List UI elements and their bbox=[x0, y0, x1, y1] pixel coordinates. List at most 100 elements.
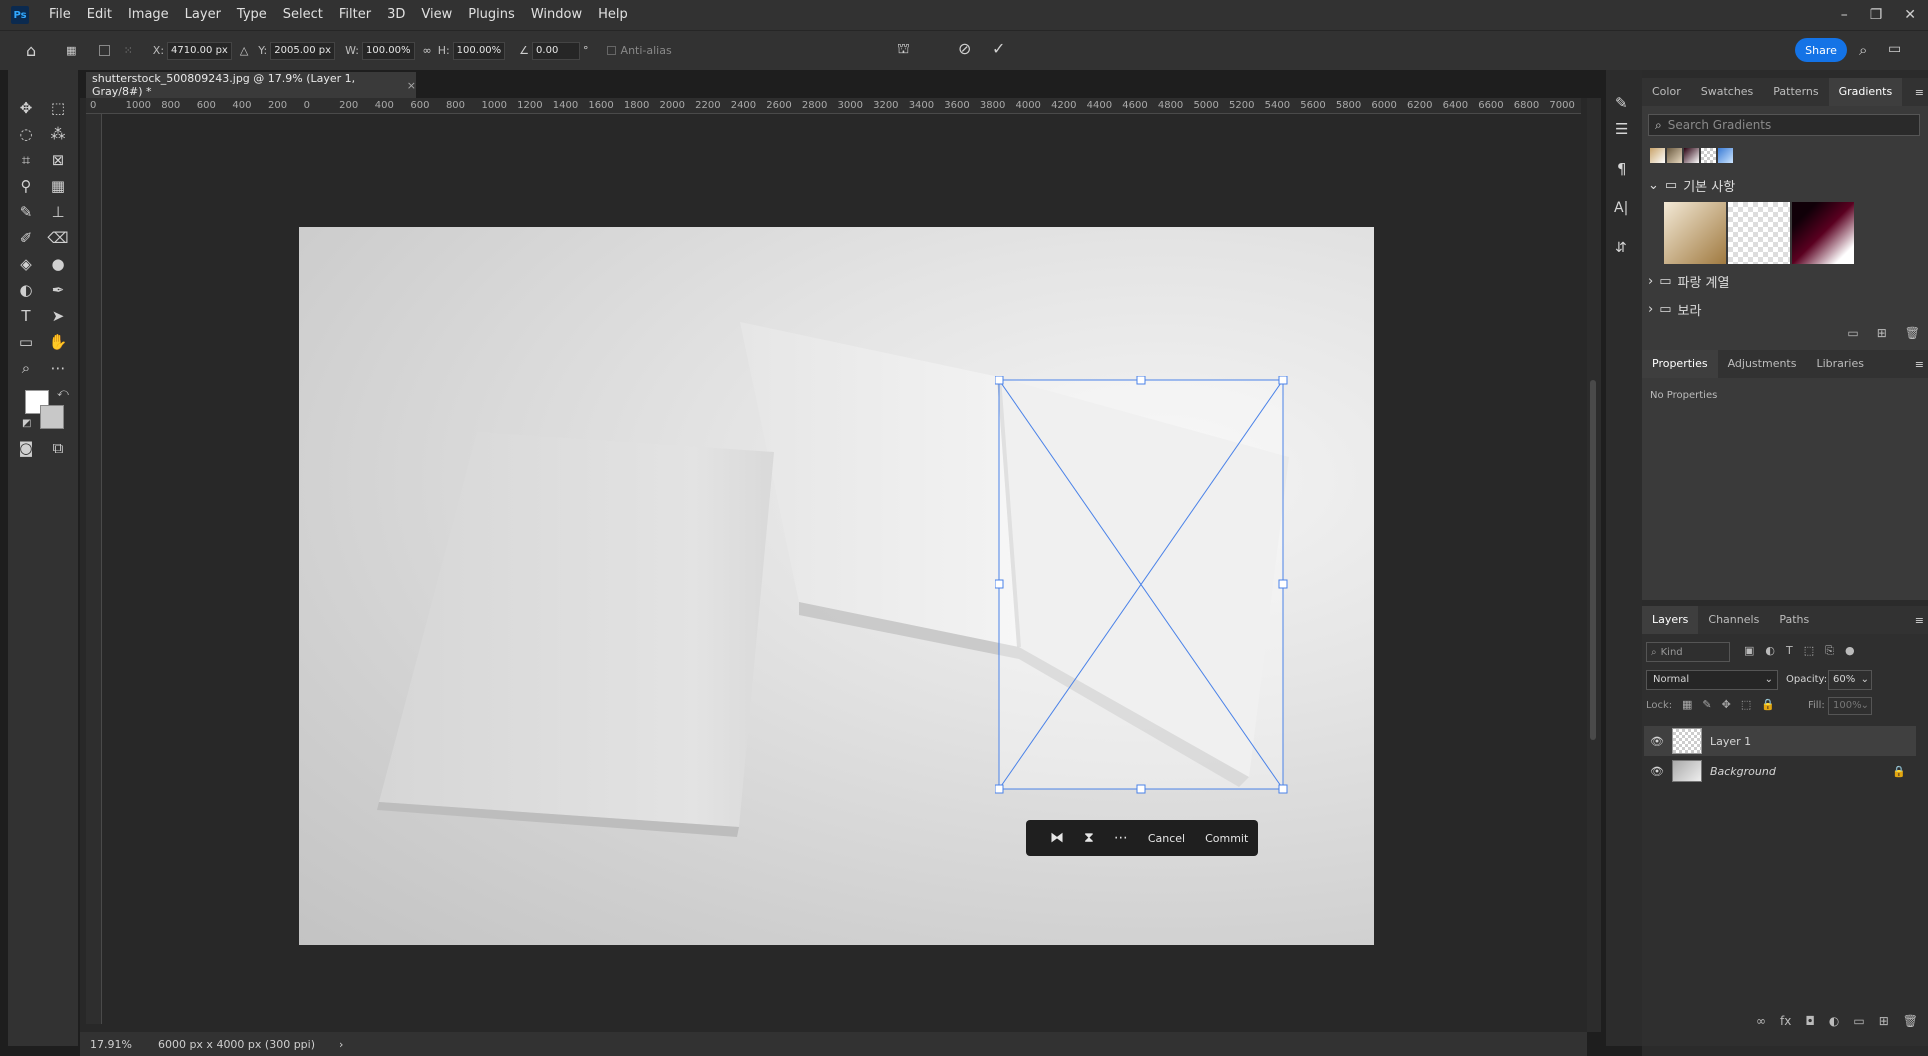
delete-icon[interactable]: 🗑 bbox=[1905, 326, 1920, 340]
background-color-swatch[interactable] bbox=[40, 405, 64, 429]
recent-gradient-1[interactable] bbox=[1650, 148, 1665, 163]
filter-type-icon[interactable]: T bbox=[1786, 644, 1793, 658]
type-tool-icon[interactable]: T bbox=[14, 305, 38, 327]
lock-position-icon[interactable]: ✥ bbox=[1722, 698, 1731, 711]
close-button[interactable]: ✕ bbox=[1904, 7, 1916, 23]
commit-transform-icon[interactable]: ✓ bbox=[992, 39, 1005, 58]
more-options-icon[interactable]: ⋯ bbox=[1104, 830, 1138, 846]
handle-top-right[interactable] bbox=[1278, 376, 1288, 385]
path-select-icon[interactable]: ➤ bbox=[46, 305, 70, 327]
stamp-tool-icon[interactable]: ⊥ bbox=[46, 201, 70, 223]
more-tools-icon[interactable]: ⋯ bbox=[46, 357, 70, 379]
reference-point-icon[interactable]: ▦ bbox=[66, 44, 76, 57]
warp-icon[interactable]: ⛫ bbox=[897, 41, 910, 59]
vertical-scroll-thumb[interactable] bbox=[1590, 380, 1596, 740]
filter-shape-icon[interactable]: ⬚ bbox=[1804, 644, 1814, 658]
paint-bucket-icon[interactable]: ◈ bbox=[14, 253, 38, 275]
lock-artboard-icon[interactable]: ⬚ bbox=[1741, 698, 1751, 711]
zoom-tool-icon[interactable]: ⌕ bbox=[14, 357, 38, 379]
lock-all-icon[interactable]: 🔒 bbox=[1761, 698, 1775, 711]
menu-image[interactable]: Image bbox=[120, 0, 177, 30]
brush-tool-icon[interactable]: ✎ bbox=[14, 201, 38, 223]
character-icon[interactable]: A| bbox=[1614, 200, 1628, 216]
tab-swatches[interactable]: Swatches bbox=[1691, 78, 1764, 106]
menu-window[interactable]: Window bbox=[523, 0, 590, 30]
close-document-icon[interactable]: × bbox=[407, 79, 416, 92]
vertical-scrollbar[interactable] bbox=[1587, 98, 1601, 1032]
filter-pixel-icon[interactable]: ▣ bbox=[1744, 644, 1754, 658]
layer-name[interactable]: Background bbox=[1710, 765, 1776, 778]
brush-settings-icon[interactable]: ✎ bbox=[1615, 94, 1628, 112]
visibility-eye-icon[interactable]: 👁 bbox=[1650, 735, 1664, 748]
filter-toggle-icon[interactable]: ● bbox=[1845, 644, 1855, 658]
lock-pixels-icon[interactable]: ✎ bbox=[1702, 698, 1711, 711]
screen-mode-icon[interactable]: ⧉ bbox=[46, 437, 70, 459]
blur-tool-icon[interactable]: ● bbox=[46, 253, 70, 275]
handle-top[interactable] bbox=[1136, 376, 1146, 385]
filter-adjustment-icon[interactable]: ◐ bbox=[1765, 644, 1775, 658]
menu-edit[interactable]: Edit bbox=[79, 0, 120, 30]
link-icon[interactable]: ∞ bbox=[423, 44, 432, 57]
home-icon[interactable]: ⌂ bbox=[26, 41, 36, 60]
quick-mask-icon[interactable]: ◙ bbox=[14, 437, 38, 459]
share-button[interactable]: Share bbox=[1795, 38, 1847, 62]
zoom-level[interactable]: 17.91% bbox=[90, 1038, 132, 1051]
tab-libraries[interactable]: Libraries bbox=[1806, 350, 1874, 378]
tab-patterns[interactable]: Patterns bbox=[1763, 78, 1828, 106]
hand-tool-icon[interactable]: ✋ bbox=[46, 331, 70, 353]
cancel-transform-icon[interactable]: ⊘ bbox=[958, 39, 971, 58]
menu-filter[interactable]: Filter bbox=[331, 0, 379, 30]
opacity-input[interactable]: 60% ⌄ bbox=[1828, 670, 1872, 690]
height-input[interactable]: 100.00% bbox=[452, 41, 506, 60]
menu-view[interactable]: View bbox=[413, 0, 460, 30]
layer-row-background[interactable]: 👁 Background 🔒 bbox=[1644, 756, 1916, 786]
magic-wand-icon[interactable]: ⁂ bbox=[46, 123, 70, 145]
glyphs-icon[interactable]: ⇵ bbox=[1615, 240, 1627, 256]
menu-file[interactable]: File bbox=[41, 0, 79, 30]
blend-mode-select[interactable]: Normal ⌄ bbox=[1646, 670, 1778, 690]
reference-toggle-checkbox[interactable] bbox=[98, 45, 110, 56]
new-group-icon[interactable]: ▭ bbox=[1847, 326, 1858, 340]
angle-input[interactable]: 0.00 bbox=[532, 41, 581, 60]
panel-menu-icon[interactable]: ≡ bbox=[1915, 86, 1924, 99]
search-icon[interactable]: ⌕ bbox=[1859, 41, 1867, 59]
frame-tool-icon[interactable]: ⊠ bbox=[46, 149, 70, 171]
recent-gradient-5[interactable] bbox=[1718, 148, 1733, 163]
dodge-tool-icon[interactable]: ◐ bbox=[14, 279, 38, 301]
handle-bottom[interactable] bbox=[1136, 784, 1146, 794]
handle-bottom-left[interactable] bbox=[995, 784, 1004, 794]
layer-row-layer-1[interactable]: 👁 Layer 1 bbox=[1644, 726, 1916, 756]
history-brush-icon[interactable]: ✐ bbox=[14, 227, 38, 249]
minimize-button[interactable]: – bbox=[1841, 7, 1848, 23]
y-input[interactable]: 2005.00 px bbox=[270, 41, 336, 60]
document-tab[interactable]: shutterstock_500809243.jpg @ 17.9% (Laye… bbox=[86, 72, 416, 98]
new-layer-icon[interactable]: ⊞ bbox=[1879, 1014, 1889, 1028]
gradient-transparent[interactable] bbox=[1728, 202, 1790, 264]
layer-name[interactable]: Layer 1 bbox=[1710, 735, 1751, 748]
restore-button[interactable]: ❐ bbox=[1870, 7, 1883, 23]
tab-gradients[interactable]: Gradients bbox=[1828, 78, 1903, 106]
paragraph-icon[interactable]: ¶ bbox=[1617, 160, 1627, 178]
healing-brush-icon[interactable]: ▦ bbox=[46, 175, 70, 197]
tab-properties[interactable]: Properties bbox=[1642, 350, 1718, 378]
menu-help[interactable]: Help bbox=[590, 0, 636, 30]
commit-button[interactable]: Commit bbox=[1195, 832, 1258, 845]
eyedropper-icon[interactable]: ⚲ bbox=[14, 175, 38, 197]
swap-colors-icon[interactable]: ⤺ bbox=[57, 386, 69, 400]
fx-icon[interactable]: fx bbox=[1780, 1014, 1791, 1028]
rectangle-tool-icon[interactable]: ▭ bbox=[14, 331, 38, 353]
panel-menu-icon[interactable]: ≡ bbox=[1915, 358, 1924, 371]
cancel-button[interactable]: Cancel bbox=[1138, 832, 1195, 845]
adjustment-layer-icon[interactable]: ◐ bbox=[1829, 1014, 1839, 1028]
status-menu-icon[interactable]: › bbox=[339, 1038, 343, 1051]
workspace-icon[interactable]: ▭ bbox=[1888, 41, 1901, 57]
link-layers-icon[interactable]: ∞ bbox=[1756, 1014, 1766, 1028]
add-mask-icon[interactable]: ◘ bbox=[1805, 1014, 1815, 1028]
tab-color[interactable]: Color bbox=[1642, 78, 1691, 106]
tab-layers[interactable]: Layers bbox=[1642, 606, 1699, 634]
handle-top-left[interactable] bbox=[995, 376, 1004, 385]
new-group-icon[interactable]: ▭ bbox=[1853, 1014, 1864, 1028]
delete-layer-icon[interactable]: 🗑 bbox=[1903, 1014, 1918, 1028]
folder-purples[interactable]: › ▭ 보라 bbox=[1648, 300, 1701, 319]
menu-type[interactable]: Type bbox=[229, 0, 275, 30]
